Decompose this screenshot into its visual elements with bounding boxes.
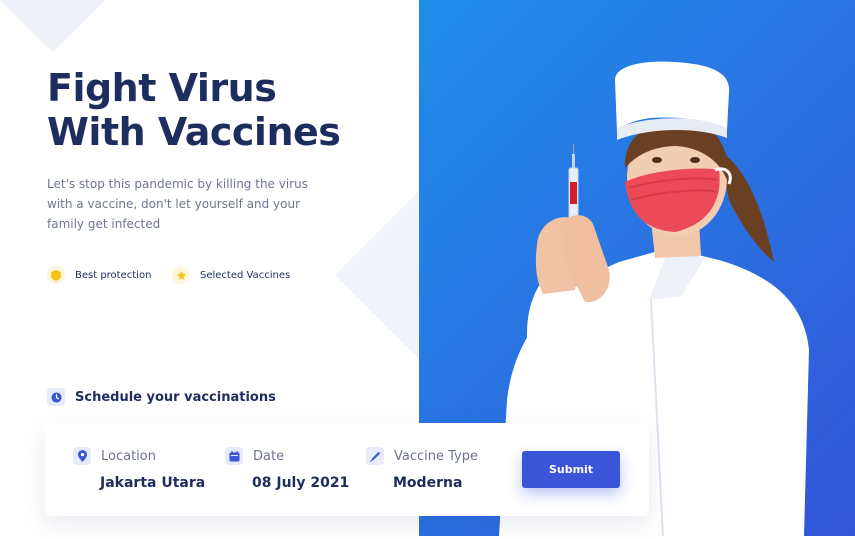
location-pin-icon [73,447,91,465]
vaccine-type-field[interactable]: Vaccine Type Moderna [366,447,478,491]
feature-label: Best protection [75,269,152,281]
shield-icon [47,266,65,284]
date-field[interactable]: Date 08 July 2021 [225,447,349,491]
date-value: 08 July 2021 [252,475,350,491]
submit-button[interactable]: Submit [522,451,620,488]
feature-label: Selected Vaccines [200,269,291,281]
vaccine-type-value: Moderna [393,475,463,491]
calendar-icon [225,447,243,465]
feature-selected-vaccines: Selected Vaccines [172,264,290,286]
schedule-heading: Schedule your vaccinations [47,388,276,406]
clock-icon [47,388,65,406]
date-label: Date [253,448,285,464]
star-icon [172,266,190,284]
feature-best-protection: Best protection [47,264,151,286]
vaccine-type-label: Vaccine Type [394,448,478,464]
hero-description: Let's stop this pandemic by killing the … [47,177,308,231]
location-value: Jakarta Utara [100,475,206,491]
location-field[interactable]: Location Jakarta Utara [73,447,205,491]
location-label: Location [101,448,156,464]
page-title: Fight Virus With Vaccines [47,66,341,154]
decorative-triangle [0,0,105,52]
booking-card: Location Jakarta Utara Date 08 July 2021… [45,423,649,516]
schedule-label: Schedule your vaccinations [75,389,276,405]
syringe-icon [366,447,384,465]
